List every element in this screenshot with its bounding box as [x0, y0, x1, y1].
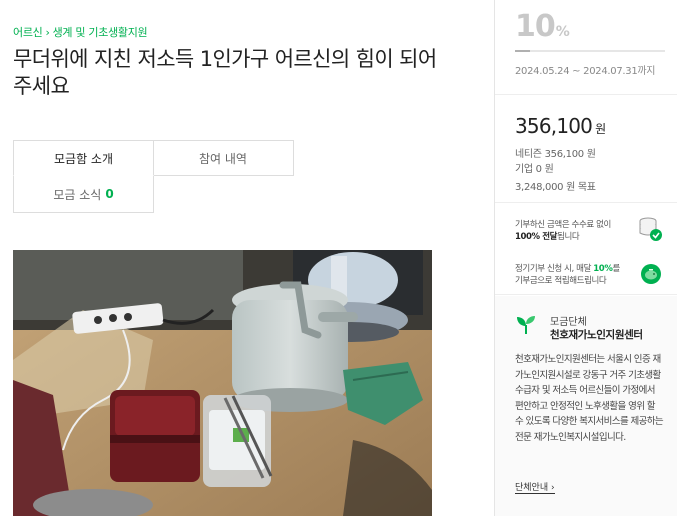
period-suffix: 까지	[637, 66, 656, 77]
progress-bar	[515, 50, 665, 52]
organization-info-link[interactable]: 단체안내 ›	[515, 480, 555, 494]
breadcrumb-separator: ›	[45, 26, 50, 39]
regular-notice-pre: 정기기부 신청 시, 매달	[515, 264, 594, 274]
tab-intro[interactable]: 모금함 소개	[13, 140, 154, 176]
divider	[495, 294, 677, 295]
tab-news-label: 모금 소식	[53, 187, 102, 202]
leaf-icon	[515, 314, 535, 334]
divider	[495, 94, 677, 95]
raised-amount-unit: 원	[595, 122, 606, 136]
raised-amount-value: 356,100	[515, 114, 593, 138]
page-title: 무더위에 지친 저소득 1인가구 어르신의 힘이 되어주세요	[13, 47, 437, 98]
company-amount: 기업 0 원	[515, 164, 554, 175]
regular-notice-post: 를	[612, 264, 620, 274]
sidebar: 10% 2024.05.24 ~ 2024.07.31까지 356,100 원 네…	[494, 0, 677, 516]
netizen-amount: 네티즌 356,100 원	[515, 149, 596, 160]
progress-bar-fill	[515, 50, 530, 52]
progress-percent-unit: %	[555, 24, 570, 40]
main-content: 어르신 › 생계 및 기초생활지원 무더위에 지친 저소득 1인가구 어르신의 힘이…	[0, 0, 494, 516]
tab-participants[interactable]: 참여 내역	[153, 140, 294, 176]
regular-notice-strong: 10%	[593, 264, 613, 274]
period-start: 2024.05.24	[515, 66, 570, 77]
piggy-icon	[639, 262, 663, 286]
organization-info-link-arrow: ›	[551, 483, 555, 493]
divider	[495, 202, 677, 203]
organization-label: 모금단체	[550, 317, 587, 328]
tab-news-count: 0	[105, 187, 114, 201]
coins-icon	[639, 216, 663, 241]
organization-card: 모금단체 천호재가노인지원센터 천호재가노인지원센터는 서울시 인증 재가노인지…	[495, 296, 677, 516]
tab-intro-label: 모금함 소개	[53, 151, 113, 166]
fee-notice-strong: 100% 전달	[515, 232, 558, 242]
breadcrumb-category[interactable]: 어르신	[13, 26, 43, 39]
breadcrumb: 어르신 › 생계 및 기초생활지원	[13, 24, 148, 40]
organization-description: 천호재가노인지원센터는 서울시 인증 재가노인지원시설로 강동구 거주 기초생활…	[515, 354, 664, 443]
tab-news[interactable]: 모금 소식 0	[13, 175, 154, 213]
organization-name: 천호재가노인지원센터	[550, 329, 643, 341]
goal-amount: 3,248,000 원 목표	[515, 182, 596, 193]
progress-percent: 10%	[515, 9, 570, 44]
breadcrumb-subcategory[interactable]: 생계 및 기초생활지원	[53, 26, 148, 39]
story-photo	[13, 250, 432, 516]
tab-participants-label: 참여 내역	[199, 151, 247, 166]
fee-notice-rest: 됩니다	[557, 232, 580, 242]
period-separator: ~	[572, 66, 581, 77]
period-end: 2024.07.31	[583, 66, 638, 77]
organization-info-link-label: 단체안내	[515, 483, 549, 493]
progress-percent-value: 10	[515, 9, 556, 44]
raised-amount: 356,100 원	[515, 114, 606, 138]
campaign-period: 2024.05.24 ~ 2024.07.31까지	[515, 62, 656, 77]
